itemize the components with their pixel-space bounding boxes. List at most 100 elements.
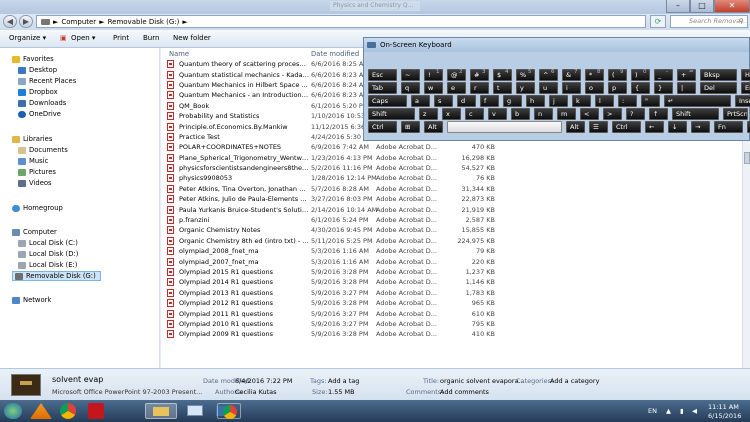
osk-titlebar[interactable]: On-Screen Keyboard <box>364 38 749 52</box>
vlc-icon[interactable] <box>30 403 52 419</box>
chrome-icon[interactable] <box>60 403 76 419</box>
forward-button[interactable]: ▶ <box>19 15 33 28</box>
osk-key[interactable]: c <box>465 108 484 120</box>
osk-key[interactable]: t <box>493 82 512 94</box>
table-row[interactable]: physicsforscientistsandengineers8thediti… <box>161 163 742 173</box>
osk-key[interactable]: Bksp <box>700 69 737 81</box>
categories-value[interactable]: Add a category <box>550 377 599 385</box>
osk-key[interactable]: v <box>488 108 507 120</box>
nav-videos[interactable]: Videos <box>18 179 52 187</box>
osk-key[interactable]: Del <box>700 82 737 94</box>
explorer-icon[interactable] <box>145 403 177 419</box>
open-button[interactable]: Open ▾ <box>71 34 95 42</box>
nav-favorites[interactable]: Favorites <box>12 55 54 63</box>
minimize-button[interactable]: – <box>666 0 690 13</box>
volume-tray-icon[interactable]: ◀ <box>692 407 697 415</box>
osk-key[interactable]: j <box>549 95 568 107</box>
osk-key[interactable]: r <box>470 82 489 94</box>
osk-key[interactable]: → <box>691 121 710 133</box>
osk-key[interactable]: Alt <box>566 121 585 133</box>
breadcrumb-computer[interactable]: Computer <box>61 18 96 26</box>
osk-key[interactable]: a <box>411 95 430 107</box>
osk-key[interactable]: w <box>424 82 443 94</box>
osk-key-space[interactable] <box>447 121 562 133</box>
osk-key[interactable]: _ <box>654 69 673 81</box>
osk-key[interactable]: ↓ <box>668 121 687 133</box>
nav-documents[interactable]: Documents <box>18 146 68 154</box>
tags-value[interactable]: Add a tag <box>328 377 359 385</box>
osk-key[interactable]: Alt <box>424 121 443 133</box>
table-row[interactable]: Plane_Spherical_Trigonometry_Wentwort...… <box>161 153 742 163</box>
osk-key[interactable]: s <box>434 95 453 107</box>
control-panel-icon[interactable] <box>183 403 209 419</box>
search-input[interactable]: Search Remova... ⚲ <box>670 15 748 28</box>
nav-dropbox[interactable]: Dropbox <box>18 88 58 96</box>
osk-key[interactable]: Insert <box>735 95 750 107</box>
window-titlebar[interactable]: Physics and Chemistry Q... – □ ✕ <box>0 0 750 14</box>
column-header-name[interactable]: Name <box>169 50 189 58</box>
table-row[interactable]: olympiad_2008_fnet_ma 5/3/2016 1:16 AM Ado… <box>161 246 742 256</box>
table-row[interactable]: Peter Atkins, Tina Overton, Jonathan Rou… <box>161 184 742 194</box>
osk-key[interactable]: Shift <box>368 108 415 120</box>
osk-key[interactable]: % <box>516 69 535 81</box>
osk-key[interactable]: e <box>447 82 466 94</box>
table-row[interactable]: Olympiad 2009 R1 questions 5/9/2016 3:28 … <box>161 329 742 339</box>
nav-homegroup[interactable]: Homegroup <box>12 204 63 212</box>
osk-key[interactable]: n <box>534 108 553 120</box>
table-row[interactable]: POLAR+COORDINATES+NOTES 6/9/2016 7:42 AM A… <box>161 142 742 152</box>
osk-key[interactable]: p <box>608 82 627 94</box>
table-row[interactable]: Olympiad 2015 R1 questions 5/9/2016 3:28 … <box>161 267 742 277</box>
osk-key[interactable]: f <box>480 95 499 107</box>
osk-key[interactable]: ~ <box>401 69 420 81</box>
table-row[interactable]: p.franzini 6/1/2016 5:24 PM Adobe Acrobat … <box>161 215 742 225</box>
osk-key[interactable]: ↵ <box>664 95 731 107</box>
clock-time[interactable]: 11:11 AM <box>708 403 739 411</box>
title-value[interactable]: organic solvent evapora... <box>440 377 525 385</box>
tray-arrow-icon[interactable]: ▲ <box>666 407 671 415</box>
osk-key[interactable]: ↑ <box>649 108 668 120</box>
table-row[interactable]: Olympiad 2013 R1 questions 5/9/2016 3:27 … <box>161 288 742 298</box>
osk-key[interactable]: & <box>562 69 581 81</box>
osk-key[interactable]: Ctrl <box>368 121 397 133</box>
table-row[interactable]: Organic Chemistry Notes 4/30/2016 9:45 PM… <box>161 225 742 235</box>
organize-button[interactable]: Organize ▾ <box>9 34 46 42</box>
nav-local-disk-c[interactable]: Local Disk (C:) <box>18 239 78 247</box>
osk-key[interactable]: m <box>557 108 576 120</box>
clock-date[interactable]: 6/15/2016 <box>708 412 741 420</box>
osk-key[interactable]: " <box>641 95 660 107</box>
osk-key[interactable]: u <box>539 82 558 94</box>
osk-key[interactable]: < <box>580 108 599 120</box>
table-row[interactable]: Organic Chemistry 8th ed (intro txt) - J… <box>161 236 742 246</box>
nav-libraries[interactable]: Libraries <box>12 135 52 143</box>
table-row[interactable]: olympiad_2007_fnet_ma 5/3/2016 1:16 AM Ado… <box>161 256 742 266</box>
network-tray-icon[interactable]: ▮ <box>680 407 684 415</box>
osk-key[interactable]: d <box>457 95 476 107</box>
osk-key[interactable]: ) <box>631 69 650 81</box>
osk-key[interactable]: Shift <box>672 108 719 120</box>
print-button[interactable]: Print <box>113 34 129 42</box>
osk-key[interactable]: h <box>526 95 545 107</box>
table-row[interactable]: Paula Yurkanis Bruice-Student's Solution… <box>161 204 742 214</box>
osk-key[interactable]: Fn <box>714 121 743 133</box>
osk-key[interactable]: Tab <box>368 82 397 94</box>
osk-key[interactable]: y <box>516 82 535 94</box>
osk-key[interactable]: } <box>654 82 673 94</box>
osk-key[interactable]: $ <box>493 69 512 81</box>
comments-value[interactable]: Add comments <box>440 388 489 396</box>
osk-key[interactable]: # <box>470 69 489 81</box>
nav-pictures[interactable]: Pictures <box>18 168 56 176</box>
nav-onedrive[interactable]: OneDrive <box>18 110 61 118</box>
nav-computer[interactable]: Computer <box>12 228 57 236</box>
address-bar[interactable]: ► Computer ► Removable Disk (G:) ► <box>36 15 646 28</box>
acrobat-icon[interactable] <box>88 403 104 419</box>
osk-key[interactable]: * <box>585 69 604 81</box>
osk-key[interactable]: l <box>595 95 614 107</box>
osk-key[interactable]: ☰ <box>589 121 608 133</box>
osk-key[interactable]: Ctrl <box>612 121 641 133</box>
osk-key[interactable]: z <box>419 108 438 120</box>
table-row[interactable]: physics9908053 1/28/2016 12:14 PM Adobe Ac… <box>161 173 742 183</box>
table-row[interactable]: Olympiad 2014 R1 questions 5/9/2016 3:28 … <box>161 277 742 287</box>
burn-button[interactable]: Burn <box>143 34 159 42</box>
osk-key[interactable]: Esc <box>368 69 397 81</box>
osk-key[interactable]: k <box>572 95 591 107</box>
